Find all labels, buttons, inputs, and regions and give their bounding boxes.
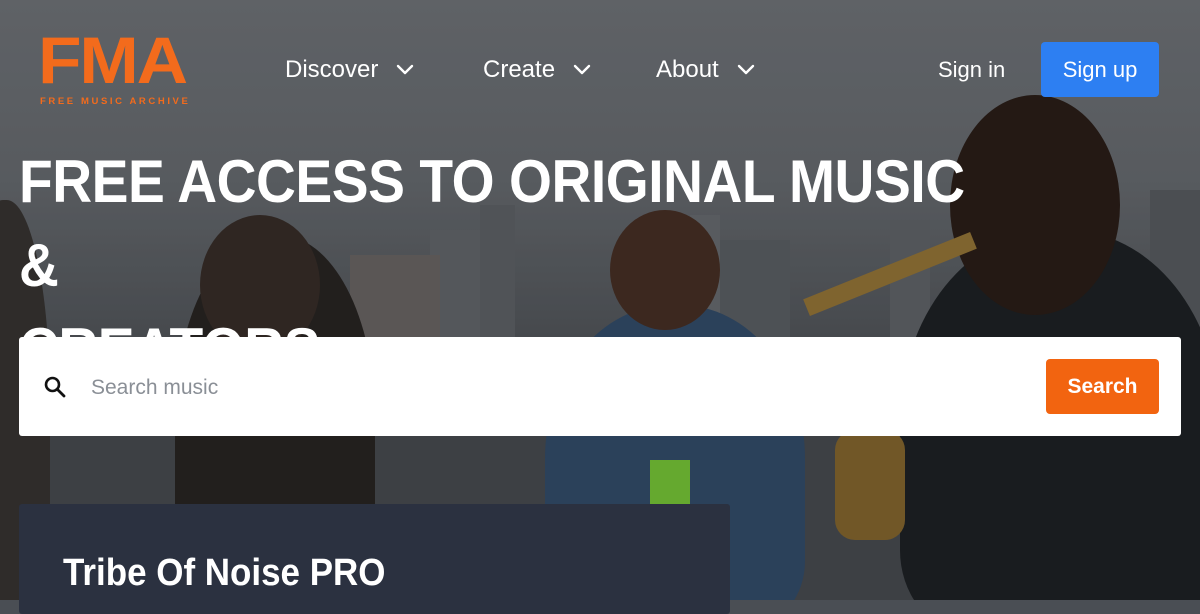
logo-wordmark: FMA (38, 23, 188, 97)
nav-item-label: Discover (285, 56, 379, 83)
hero-title-line-1: FREE ACCESS TO ORIGINAL MUSIC & (19, 148, 965, 299)
nav-item-create[interactable]: Create (483, 50, 591, 90)
chevron-down-icon (396, 64, 414, 76)
nav-item-about[interactable]: About (656, 50, 755, 90)
featured-card-title: Tribe Of Noise PRO (63, 552, 386, 594)
search-button[interactable]: Search (1046, 359, 1159, 414)
sign-in-link[interactable]: Sign in (938, 50, 1005, 90)
chevron-down-icon (737, 64, 755, 76)
nav-item-label: About (656, 56, 719, 83)
search-icon (43, 375, 67, 399)
search-input[interactable] (89, 367, 993, 409)
nav-item-label: Create (483, 56, 556, 83)
sign-up-button[interactable]: Sign up (1041, 42, 1159, 97)
featured-card[interactable]: Tribe Of Noise PRO (19, 504, 730, 614)
search-bar: Search (19, 337, 1181, 436)
chevron-down-icon (573, 64, 591, 76)
nav-item-discover[interactable]: Discover (285, 50, 414, 90)
logo-tagline: FREE MUSIC ARCHIVE (40, 96, 191, 107)
fma-logo[interactable]: FMA FREE MUSIC ARCHIVE (38, 23, 228, 110)
